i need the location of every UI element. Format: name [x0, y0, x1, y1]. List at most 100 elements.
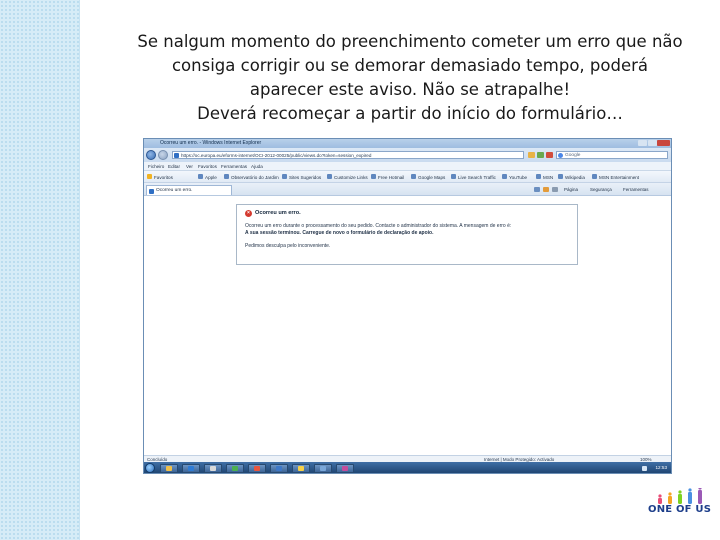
tray-icon[interactable] [642, 465, 647, 471]
figure-body [678, 494, 682, 504]
zoom-level[interactable]: 100% [640, 457, 652, 462]
status-text: Concluído [147, 456, 168, 462]
back-button[interactable] [146, 150, 156, 160]
menu-ficheiro[interactable]: Ficheiro [148, 164, 164, 169]
favorites-bar: Favoritos Apple Observatório do Jardim S… [144, 171, 671, 183]
url-input[interactable]: https://oc.europa.eu/eforms-internet/OCI… [172, 151, 524, 159]
menu-ferramentas[interactable]: Ferramentas [221, 164, 247, 169]
search-provider-icon [558, 153, 563, 158]
figure-head [678, 490, 682, 494]
logo-text: ONE OF US [648, 504, 712, 515]
star-icon [147, 174, 152, 179]
figure-body [668, 496, 672, 504]
refresh-icon[interactable] [537, 152, 544, 158]
figure-head [698, 488, 702, 490]
certificate-icon[interactable] [528, 152, 535, 158]
tools-menu[interactable]: Ferramentas [623, 187, 649, 192]
tab-error-page[interactable]: Ocorreu um erro. [146, 185, 232, 195]
taskbar-item[interactable] [248, 463, 266, 473]
address-bar: https://oc.europa.eu/eforms-internet/OCI… [144, 148, 671, 162]
decorative-side-strip [0, 0, 80, 540]
figure-head [688, 488, 692, 492]
tab-bar: Ocorreu um erro. Página Segurança Ferram… [144, 183, 671, 196]
menu-favoritos[interactable]: Favoritos [198, 164, 217, 169]
caption-line-1: Se nalgum momento do preenchimento comet… [137, 32, 683, 51]
close-window-button[interactable] [657, 140, 670, 146]
taskbar-item[interactable] [160, 463, 178, 473]
favorite-link[interactable]: Wikipedia [565, 175, 585, 180]
error-title: Ocorreu um erro. [255, 210, 301, 216]
favorite-icon [558, 174, 563, 179]
home-icon[interactable] [534, 186, 540, 192]
safety-menu[interactable]: Segurança [590, 187, 612, 192]
menu-ver[interactable]: Ver [186, 164, 193, 169]
favorite-icon [224, 174, 229, 179]
windows-taskbar: 12:53 [144, 462, 671, 473]
print-icon[interactable] [552, 186, 558, 192]
search-placeholder: Google [565, 153, 581, 158]
favorite-link[interactable]: MSN [543, 175, 553, 180]
maximize-button[interactable] [648, 140, 657, 146]
window-title: Ocorreu um erro. - Windows Internet Expl… [160, 140, 262, 146]
favorites-button[interactable]: Favoritos [154, 175, 173, 180]
start-button[interactable] [145, 463, 155, 473]
slide-caption: Se nalgum momento do preenchimento comet… [110, 30, 710, 126]
favorite-icon [502, 174, 507, 179]
taskbar-item[interactable] [226, 463, 244, 473]
one-of-us-logo: ONE OF US [640, 488, 712, 518]
taskbar-item[interactable] [270, 463, 288, 473]
url-text: https://oc.europa.eu/eforms-internet/OCI… [181, 153, 372, 158]
tab-label: Ocorreu um erro. [156, 188, 193, 193]
search-input[interactable]: Google [556, 151, 668, 159]
favorite-icon [327, 174, 332, 179]
favorite-link[interactable]: Free Hotmail [378, 175, 404, 180]
favorite-icon [282, 174, 287, 179]
taskbar-item[interactable] [182, 463, 200, 473]
page-menu[interactable]: Página [564, 187, 578, 192]
favorite-icon [451, 174, 456, 179]
figure-body [698, 490, 702, 504]
stop-icon[interactable] [546, 152, 553, 158]
favorite-link[interactable]: Customize Links [334, 175, 368, 180]
taskbar-clock: 12:53 [655, 464, 668, 470]
caption-line-4: Deverá recomeçar a partir do início do f… [197, 104, 623, 123]
window-title-bar: Ocorreu um erro. - Windows Internet Expl… [144, 139, 671, 148]
security-zone: Internet | Modo Protegido: Activado [484, 456, 555, 462]
favorite-icon [592, 174, 597, 179]
favorite-icon [371, 174, 376, 179]
favorite-icon [411, 174, 416, 179]
forward-button[interactable] [158, 150, 168, 160]
error-icon: × [245, 210, 252, 217]
favorite-icon [536, 174, 541, 179]
taskbar-item[interactable] [314, 463, 332, 473]
favorite-icon [198, 174, 203, 179]
taskbar-item[interactable] [204, 463, 222, 473]
caption-line-2: consiga corrigir ou se demorar demasiado… [171, 56, 648, 75]
browser-screenshot: Ocorreu um erro. - Windows Internet Expl… [143, 138, 672, 474]
figure-body [688, 492, 692, 504]
page-icon [149, 188, 154, 194]
menu-bar: Ficheiro Editar Ver Favoritos Ferramenta… [144, 162, 671, 171]
error-description: Ocorreu um erro durante o processamento … [245, 223, 512, 229]
minimize-button[interactable] [638, 140, 647, 146]
figure-head [668, 492, 672, 496]
favorite-link[interactable]: MSN Entertainment [599, 175, 639, 180]
status-bar: Concluído Internet | Modo Protegido: Act… [144, 455, 671, 462]
error-message-box: × Ocorreu um erro. Ocorreu um erro duran… [236, 204, 578, 265]
menu-ajuda[interactable]: Ajuda [251, 164, 263, 169]
feeds-icon[interactable] [543, 186, 549, 192]
taskbar-item[interactable] [336, 463, 354, 473]
people-figures-icon [658, 488, 702, 504]
page-content: × Ocorreu um erro. Ocorreu um erro duran… [144, 196, 671, 455]
favorite-link[interactable]: Google Maps [418, 175, 445, 180]
lock-icon [174, 153, 179, 158]
favorite-link[interactable]: Live Search Traffic [458, 175, 496, 180]
figure-head [658, 494, 662, 498]
favorite-link[interactable]: Sites Sugeridos [289, 175, 321, 180]
favorite-link[interactable]: Apple [205, 175, 217, 180]
favorite-link[interactable]: Observatório do Jardim [231, 175, 279, 180]
menu-editar[interactable]: Editar [168, 164, 180, 169]
taskbar-item[interactable] [292, 463, 310, 473]
caption-line-3: aparecer este aviso. Não se atrapalhe! [249, 80, 571, 99]
favorite-link[interactable]: YouTube [509, 175, 527, 180]
